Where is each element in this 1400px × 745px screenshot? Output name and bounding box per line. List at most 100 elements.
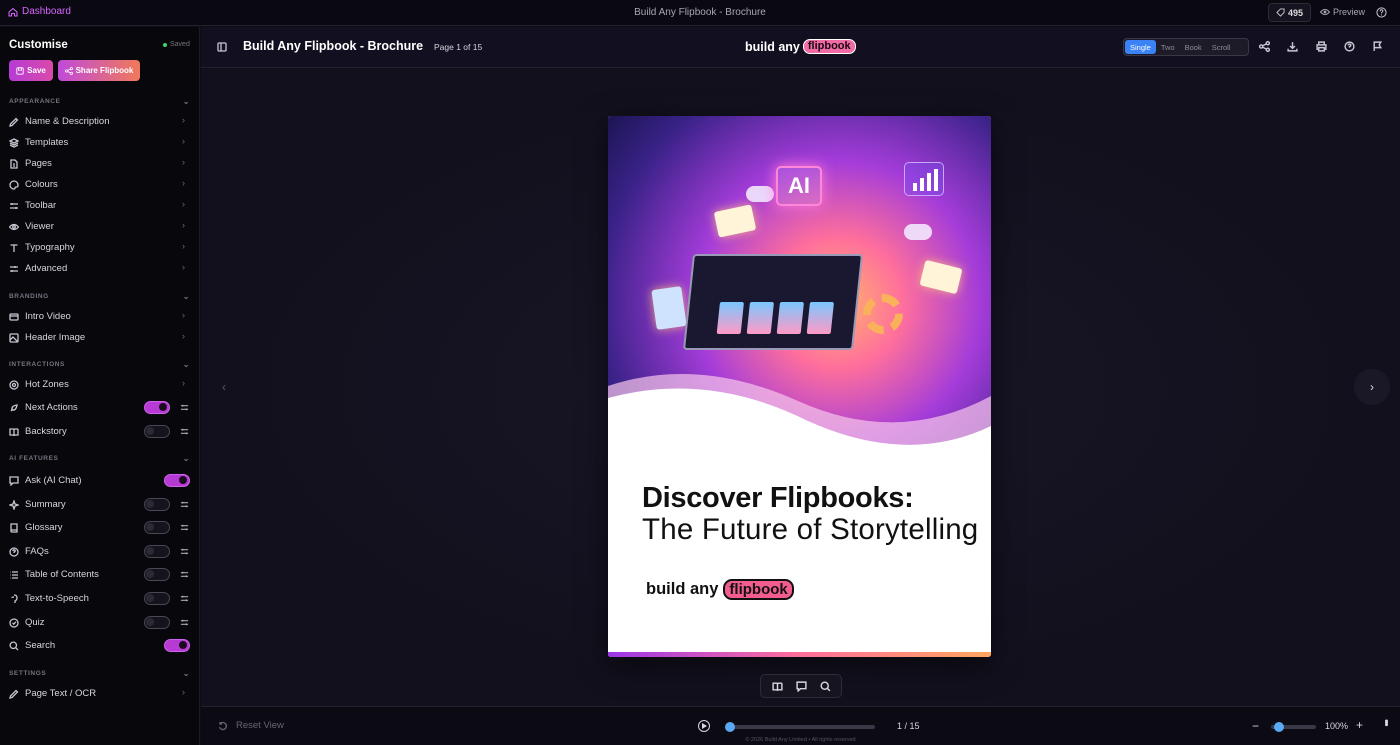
sidebar-item-label: Hot Zones (25, 379, 69, 390)
section-settings[interactable]: SETTINGS ⌄ (9, 669, 190, 678)
sidebar-item-toolbar[interactable]: Toolbar › (0, 196, 199, 216)
backstory-toggle[interactable] (144, 425, 170, 438)
download-icon[interactable] (1287, 41, 1298, 52)
view-mode-single[interactable]: Single (1125, 40, 1156, 54)
next-page-button[interactable]: › (1354, 369, 1390, 405)
sidebar-item-label: Backstory (25, 426, 67, 437)
chevron-right-icon: › (182, 262, 185, 272)
sidebar-item-pages[interactable]: Pages › (0, 154, 199, 174)
next-actions-toggle[interactable] (144, 401, 170, 414)
sidebar-item-viewer[interactable]: Viewer › (0, 217, 199, 237)
text-to-speech-toggle[interactable] (144, 592, 170, 605)
sliders-icon[interactable] (180, 594, 189, 603)
sidebar-item-text-to-speech: Text-to-Speech (0, 589, 199, 609)
chevron-down-icon: ⌄ (182, 360, 190, 369)
save-button[interactable]: Save (9, 60, 53, 81)
sidebar-item-backstory: Backstory (0, 422, 199, 442)
sidebar-item-advanced[interactable]: Advanced › (0, 259, 199, 279)
sidebar-item-typography[interactable]: Typography › (0, 238, 199, 258)
summary-toggle[interactable] (144, 498, 170, 511)
sliders-icon[interactable] (180, 500, 189, 509)
view-mode-book[interactable]: Book (1180, 40, 1207, 54)
sidebar-item-label: Quiz (25, 617, 45, 628)
zoom-slider[interactable] (1271, 722, 1316, 732)
search-icon[interactable] (819, 680, 831, 692)
sidebar-item-hot-zones[interactable]: Hot Zones › (0, 375, 199, 395)
help-icon[interactable] (1376, 7, 1387, 18)
sliders-icon[interactable] (180, 547, 189, 556)
reset-view-button[interactable]: Reset View (218, 720, 284, 731)
glossary-toggle[interactable] (144, 521, 170, 534)
print-icon[interactable] (1316, 41, 1327, 52)
section-appearance[interactable]: APPEARANCE ⌄ (9, 97, 190, 106)
faqs-toggle[interactable] (144, 545, 170, 558)
palette-icon (9, 180, 19, 190)
sliders-icon[interactable] (180, 570, 189, 579)
chevron-right-icon: › (182, 378, 185, 388)
sidebar-item-intro-video[interactable]: Intro Video › (0, 307, 199, 327)
pencil-icon (9, 689, 19, 699)
table-of-contents-toggle[interactable] (144, 568, 170, 581)
speaker-icon (11, 594, 18, 603)
chevron-right-icon: › (182, 178, 185, 188)
sliders-icon[interactable] (180, 403, 189, 412)
share-flipbook-button[interactable]: Share Flipbook (58, 60, 140, 81)
section-interactions[interactable]: INTERACTIONS ⌄ (9, 360, 190, 369)
sliders-icon[interactable] (180, 618, 189, 627)
chevron-right-icon: › (182, 687, 185, 697)
sidebar-toggle-icon[interactable] (217, 42, 227, 52)
chat-icon[interactable] (795, 680, 807, 692)
more-options-icon[interactable]: ••• (1380, 719, 1392, 725)
question-circle-icon (9, 547, 19, 557)
sparkle-icon (9, 500, 19, 510)
previous-page-button[interactable]: ‹ (222, 380, 226, 394)
flipbook-page[interactable]: AI Discover Flipbooks: The Future of Sto… (608, 116, 991, 657)
sidebar-item-page-text-ocr[interactable]: Page Text / OCR › (0, 684, 199, 704)
ask-ai-chat-toggle[interactable] (164, 474, 190, 487)
sidebar-item-colours[interactable]: Colours › (0, 175, 199, 195)
search-toggle[interactable] (164, 639, 190, 652)
page-progress-thumb[interactable] (725, 722, 735, 732)
sidebar-item-name-description[interactable]: Name & Description › (0, 112, 199, 132)
page-brand-logo: build any flipbook (646, 579, 794, 600)
zoom-slider-thumb[interactable] (1274, 722, 1284, 732)
sidebar-item-label: Intro Video (25, 311, 71, 322)
section-branding[interactable]: BRANDING ⌄ (9, 292, 190, 301)
credits-badge[interactable]: 495 (1268, 3, 1311, 22)
reset-view-label: Reset View (236, 720, 284, 731)
book-open-icon[interactable] (771, 681, 783, 692)
sidebar-item-label: Name & Description (25, 116, 110, 127)
save-icon (16, 66, 24, 75)
zoom-in-button[interactable]: + (1356, 718, 1363, 732)
quiz-toggle[interactable] (144, 616, 170, 629)
section-interactions-label: INTERACTIONS (9, 361, 65, 368)
sliders-icon[interactable] (180, 523, 189, 532)
flag-icon[interactable] (1372, 41, 1383, 52)
sidebar-item-templates[interactable]: Templates › (0, 133, 199, 153)
preview-button[interactable]: Preview (1320, 7, 1365, 17)
screen-card (716, 302, 744, 334)
view-mode-two[interactable]: Two (1156, 40, 1180, 54)
reset-icon (218, 721, 227, 730)
quiz-icon (9, 618, 19, 628)
screen-card (746, 302, 774, 334)
sidebar-item-label: Viewer (25, 221, 54, 232)
search-icon (9, 641, 19, 651)
zoom-out-button[interactable]: − (1252, 719, 1259, 733)
share-icon[interactable] (1259, 41, 1270, 52)
book-icon (713, 204, 757, 238)
sidebar-item-label: Summary (25, 499, 66, 510)
sliders-icon[interactable] (180, 427, 189, 436)
section-ai-features[interactable]: AI FEATURES ⌄ (9, 454, 190, 463)
sidebar-item-header-image[interactable]: Header Image › (0, 328, 199, 348)
view-mode-scroll[interactable]: Scroll (1207, 40, 1236, 54)
settings-sliders-icon (10, 266, 18, 272)
page-headline: Discover Flipbooks: (642, 482, 914, 514)
layers-icon (9, 138, 19, 148)
viewer-mini-toolbar (760, 674, 842, 698)
sidebar-item-next-actions: Next Actions (0, 398, 199, 418)
autoplay-button[interactable] (698, 720, 710, 732)
help-icon[interactable] (1344, 41, 1355, 52)
chevron-down-icon: ⌄ (182, 669, 190, 678)
page-progress-slider[interactable] (725, 722, 875, 732)
